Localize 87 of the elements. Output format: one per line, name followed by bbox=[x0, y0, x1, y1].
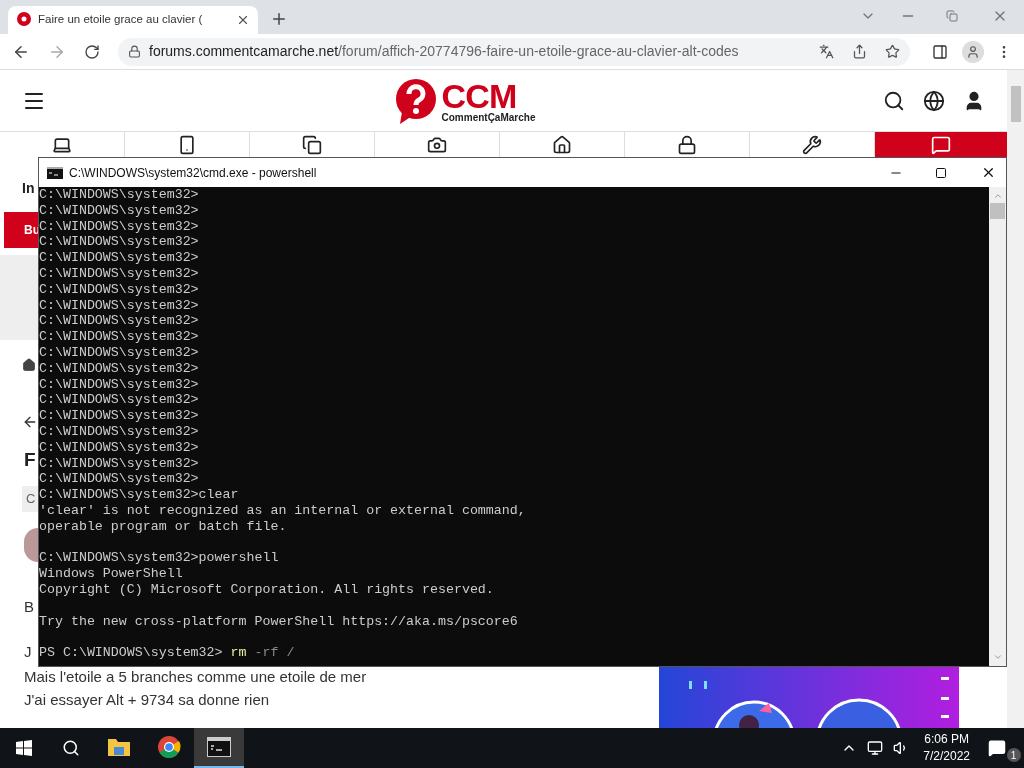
taskbar-app[interactable] bbox=[194, 728, 244, 768]
console-line: C:\WINDOWS\system32> bbox=[39, 234, 200, 251]
console-line: Windows PowerShell bbox=[39, 566, 184, 582]
console-line: C:\WINDOWS\system32> bbox=[39, 392, 200, 409]
user-avatar bbox=[24, 528, 38, 562]
post-text: J'ai essayer Alt + 9734 sa donne rien bbox=[24, 690, 271, 710]
page-scrollbar[interactable] bbox=[1007, 70, 1024, 728]
home-icon[interactable] bbox=[22, 358, 36, 372]
category-icon[interactable] bbox=[177, 135, 197, 155]
post-title: F bbox=[24, 448, 36, 472]
console-line: 'clear' is not recognized as an internal or external command, bbox=[39, 502, 527, 519]
close-icon[interactable] bbox=[981, 165, 996, 180]
console-line: C:\WINDOWS\system32> bbox=[39, 266, 200, 282]
post-text: Mais l'etoile a 5 branches comme une etoile de mer bbox=[24, 667, 368, 687]
clock-time: 6:06 PM bbox=[924, 731, 969, 748]
share-icon[interactable] bbox=[852, 44, 867, 59]
console-line: C:\WINDOWS\system32> bbox=[39, 202, 200, 219]
clock[interactable]: 6:06 PM 7/2/2022 bbox=[923, 731, 970, 765]
network-icon[interactable] bbox=[867, 740, 884, 756]
nav-label: In bbox=[22, 179, 35, 197]
console-line: C:\WINDOWS\system32>clear bbox=[39, 487, 240, 503]
new-tab-icon[interactable] bbox=[270, 10, 288, 28]
tab-title: Faire un etoile grace au clavier ( bbox=[38, 12, 204, 28]
console-line: operable program or batch file. bbox=[39, 518, 288, 535]
site-logo[interactable]: CCM CommentÇaMarche bbox=[393, 77, 536, 124]
console-scrollbar[interactable] bbox=[989, 187, 1006, 666]
terminal-icon bbox=[207, 737, 231, 757]
forum-icon bbox=[931, 135, 951, 155]
category-icon[interactable] bbox=[677, 135, 697, 155]
post-text: B bbox=[24, 598, 34, 616]
console-args: -rf / bbox=[254, 645, 295, 661]
console-line: C:\WINDOWS\system32> bbox=[39, 455, 200, 472]
forum-tab[interactable] bbox=[875, 132, 1007, 157]
folder-icon bbox=[107, 737, 131, 757]
console-line: C:\WINDOWS\system32> bbox=[39, 297, 200, 314]
console-line: C:\WINDOWS\system32>powershell bbox=[39, 550, 280, 567]
browser-tab[interactable]: Faire un etoile grace au clavier ( bbox=[8, 6, 258, 34]
console-line: C:\WINDOWS\system32> bbox=[39, 250, 200, 266]
translate-icon[interactable] bbox=[819, 44, 834, 59]
logo-tagline: CommentÇaMarche bbox=[441, 112, 536, 123]
notification-count: 1 bbox=[1006, 748, 1021, 762]
question-bubble-icon bbox=[393, 77, 438, 124]
lock-icon bbox=[128, 45, 141, 58]
windows-start-icon[interactable] bbox=[16, 740, 32, 756]
clock-date: 7/2/2022 bbox=[923, 748, 970, 765]
console-command: rm bbox=[230, 645, 247, 661]
category-icon[interactable] bbox=[302, 135, 322, 155]
category-icon[interactable] bbox=[427, 135, 447, 155]
console-prompt: PS C:\WINDOWS\system32> bbox=[39, 645, 223, 661]
profile-avatar[interactable] bbox=[962, 40, 984, 63]
page-scroll-thumb[interactable] bbox=[1010, 86, 1021, 122]
console-line: Copyright (C) Microsoft Corporation. All rights reserved. bbox=[39, 581, 495, 598]
console-line: C:\WINDOWS\system32> bbox=[39, 329, 200, 345]
close-icon[interactable] bbox=[236, 13, 250, 27]
chrome-icon bbox=[157, 735, 181, 759]
site-favicon bbox=[16, 12, 32, 28]
window-title: C:\WINDOWS\system32\cmd.exe - powershell bbox=[69, 164, 318, 182]
console-line: C:\WINDOWS\system32> bbox=[39, 218, 200, 235]
star-icon[interactable] bbox=[885, 44, 900, 59]
address-field[interactable]: forums.commentcamarche.net/forum/affich-20774796-faire-un-etoile-grace-au-clavier-alt-codes bbox=[118, 37, 910, 66]
console-line: C:\WINDOWS\system32> bbox=[39, 313, 200, 330]
logo-mark: CCM bbox=[441, 78, 517, 113]
category-icon[interactable] bbox=[52, 135, 72, 155]
console-icon bbox=[47, 166, 63, 179]
category-icon[interactable] bbox=[802, 135, 822, 155]
console-line: C:\WINDOWS\system32> bbox=[39, 376, 200, 393]
notification-icon[interactable] bbox=[987, 739, 1006, 757]
console-line: C:\WINDOWS\system32> bbox=[39, 471, 200, 488]
console-line: C:\WINDOWS\system32> bbox=[39, 408, 200, 424]
console-line: C:\WINDOWS\system32> bbox=[39, 281, 200, 298]
console-line: Try the new cross-platform PowerShell https://aka.ms/pscore6 bbox=[39, 613, 519, 630]
post-text: J bbox=[24, 643, 32, 661]
category-icon[interactable] bbox=[552, 135, 572, 155]
side-panel-icon[interactable] bbox=[932, 43, 948, 60]
scroll-thumb[interactable] bbox=[990, 203, 1005, 219]
url-text: forums.commentcamarche.net/forum/affich-20774796-faire-un-etoile-grace-au-clavier-alt-codes bbox=[149, 42, 740, 61]
console-line: C:\WINDOWS\system32> bbox=[39, 344, 200, 361]
console-line: C:\WINDOWS\system32> bbox=[39, 439, 200, 456]
category-tag[interactable]: C bbox=[22, 486, 38, 512]
console-line: C:\WINDOWS\system32> bbox=[39, 423, 200, 440]
globe-icon[interactable] bbox=[923, 89, 945, 112]
search-icon[interactable] bbox=[883, 89, 905, 112]
maximize-icon[interactable] bbox=[935, 166, 947, 179]
search-icon[interactable] bbox=[62, 739, 80, 757]
reload-icon[interactable] bbox=[84, 43, 100, 60]
console-line: C:\WINDOWS\system32> bbox=[39, 187, 200, 203]
console-line: C:\WINDOWS\system32> bbox=[39, 360, 200, 377]
